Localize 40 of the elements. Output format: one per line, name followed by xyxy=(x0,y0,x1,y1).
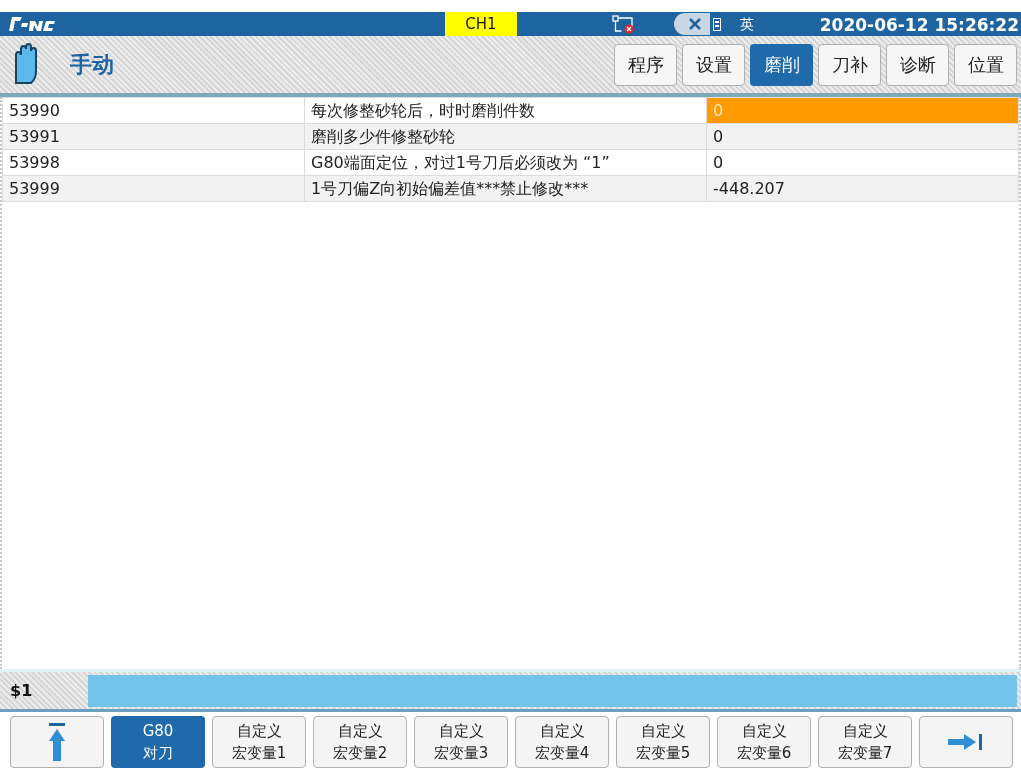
tab[interactable]: 诊断 xyxy=(886,43,949,86)
table-cell[interactable]: 53998 xyxy=(2,149,305,176)
table-cell[interactable]: 53999 xyxy=(2,175,305,202)
tab[interactable]: 设置 xyxy=(682,43,745,86)
logo-icon xyxy=(8,16,56,32)
next-page-button[interactable] xyxy=(919,716,1013,768)
softkey-button[interactable]: 自定义 宏变量2 xyxy=(313,716,407,768)
softkey-button[interactable]: 自定义 宏变量5 xyxy=(616,716,710,768)
table-cell[interactable]: 53990 xyxy=(2,97,305,124)
datetime-label: 2020-06-12 15:26:22 xyxy=(819,14,1019,37)
tab[interactable]: 刀补 xyxy=(818,43,881,86)
close-icon[interactable] xyxy=(674,13,710,35)
table-cell[interactable]: 1号刀偏Z向初始偏差值***禁止修改*** xyxy=(304,175,707,202)
table-cell[interactable]: 0 xyxy=(706,123,1019,150)
arrow-right-icon xyxy=(948,733,984,751)
table-cell[interactable]: 每次修整砂轮后，时时磨削件数 xyxy=(304,97,707,124)
table-cell[interactable]: 53991 xyxy=(2,123,305,150)
top-button[interactable] xyxy=(10,716,104,768)
prompt-label: $1 xyxy=(9,679,34,702)
softkey-button[interactable]: 自定义 宏变量4 xyxy=(515,716,609,768)
tab[interactable]: 磨削 xyxy=(750,43,813,86)
softkey-button[interactable]: 自定义 宏变量1 xyxy=(212,716,306,768)
keyboard-icon xyxy=(713,18,721,31)
network-error-icon xyxy=(612,15,636,34)
tab[interactable]: 程序 xyxy=(614,43,677,86)
input-method-label[interactable]: 英 xyxy=(740,14,754,35)
softkey-button[interactable]: 自定义 宏变量7 xyxy=(818,716,912,768)
table-cell[interactable]: 磨削多少件修整砂轮 xyxy=(304,123,707,150)
mode-label: 手动 xyxy=(70,51,114,79)
input-field[interactable] xyxy=(88,674,1017,707)
arrow-up-icon xyxy=(48,723,66,761)
softkey-button[interactable]: 自定义 宏变量6 xyxy=(717,716,811,768)
softkey-button[interactable]: G80 对刀 xyxy=(111,716,205,768)
table-cell[interactable]: -448.207 xyxy=(706,175,1019,202)
channel-indicator: CH1 xyxy=(445,12,517,36)
table-cell[interactable]: G80端面定位，对过1号刀后必须改为 “1” xyxy=(304,149,707,176)
softkey-button[interactable]: 自定义 宏变量3 xyxy=(414,716,508,768)
hand-icon xyxy=(12,42,40,87)
tab[interactable]: 位置 xyxy=(954,43,1017,86)
table-cell[interactable]: 0 xyxy=(706,149,1019,176)
